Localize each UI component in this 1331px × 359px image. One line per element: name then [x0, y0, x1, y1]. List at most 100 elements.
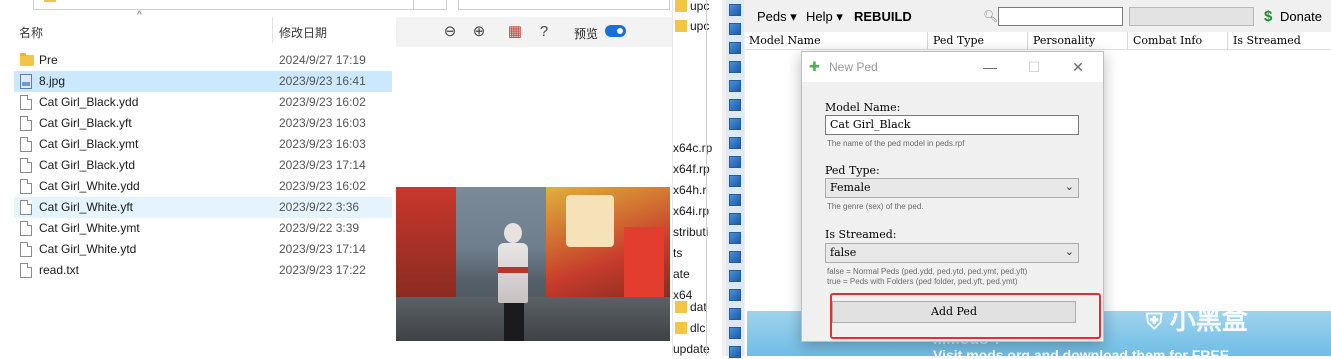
menu-help[interactable]: Help ▾	[806, 9, 843, 25]
file-type-icon	[729, 99, 741, 111]
dollar-icon: $	[1264, 8, 1273, 25]
preview-toggle[interactable]	[605, 25, 626, 37]
file-icon	[20, 200, 32, 215]
folder-tree-item[interactable]: upc	[673, 0, 723, 16]
folder-tree-label: x64i.rp	[673, 204, 710, 218]
highlight-box	[830, 293, 1101, 339]
sort-caret-icon: ^	[137, 10, 142, 21]
ped-type-select[interactable]: Female ⌄	[825, 178, 1079, 198]
dialog-titlebar[interactable]: ✚ New Ped — ☐ ✕	[802, 52, 1103, 82]
model-name-input[interactable]: Cat Girl_Black	[825, 115, 1079, 135]
file-type-icon	[729, 270, 741, 282]
folder-tree-item[interactable]: update	[673, 339, 723, 359]
file-icon	[20, 221, 32, 236]
scene-character	[488, 223, 540, 341]
text-file-icon	[20, 263, 32, 278]
folder-icon	[675, 301, 687, 313]
streamed-hint-true: true = Peds with Folders (ped folder, pe…	[827, 277, 1018, 286]
scene-sign	[566, 195, 614, 247]
folder-tree-label: dlc	[690, 321, 706, 335]
ped-type-hint: The genre (sex) of the ped.	[827, 202, 924, 211]
help-icon[interactable]: ?	[536, 24, 552, 40]
file-row[interactable]: Cat Girl_White.ymt 2023/9/22 3:39	[14, 218, 392, 239]
col-personality[interactable]: Personality	[1033, 34, 1095, 47]
banner-subline: Visit mods.org and download them for FRE…	[933, 347, 1230, 356]
column-divider[interactable]	[272, 17, 273, 43]
streamed-select[interactable]: false ⌄	[825, 243, 1079, 263]
file-date: 2023/9/22 3:39	[279, 221, 360, 235]
file-icon	[20, 116, 32, 131]
file-date: 2023/9/23 17:22	[279, 263, 366, 277]
zoom-in-icon[interactable]: ⊕	[471, 24, 487, 40]
file-row[interactable]: Cat Girl_White.ydd 2023/9/23 16:02	[14, 176, 392, 197]
folder-tree-label: x64h.r	[673, 183, 707, 197]
file-type-icon	[729, 346, 741, 358]
file-type-icon	[729, 327, 741, 339]
file-type-icon	[729, 61, 741, 73]
col-is-streamed[interactable]: Is Streamed	[1233, 34, 1301, 47]
pane-divider[interactable]	[706, 0, 707, 356]
folder-tree-item[interactable]: ate	[673, 264, 723, 284]
folder-tree-item[interactable]: x64f.rp	[673, 159, 723, 179]
file-icon	[20, 179, 32, 194]
column-divider[interactable]	[927, 32, 928, 49]
folder-tree-item[interactable]: stributi	[673, 222, 723, 242]
column-divider[interactable]	[1127, 32, 1128, 49]
maximize-icon[interactable]: ☐	[1024, 57, 1044, 77]
zoom-out-icon[interactable]: ⊖	[442, 24, 458, 40]
column-divider[interactable]	[1027, 32, 1028, 49]
file-type-icon	[729, 251, 741, 263]
file-row[interactable]: Cat Girl_White.ytd 2023/9/23 17:14	[14, 239, 392, 260]
column-header-name[interactable]: 名称	[19, 24, 43, 40]
file-row[interactable]: Cat Girl_White.yft 2023/9/22 3:36	[14, 197, 392, 218]
file-type-icon	[729, 156, 741, 168]
layout-icon[interactable]: ▦	[507, 24, 523, 40]
file-name: Cat Girl_White.ytd	[39, 242, 137, 256]
file-row[interactable]: read.txt 2023/9/23 17:22	[14, 260, 392, 281]
col-ped-type[interactable]: Ped Type	[933, 34, 984, 47]
file-explorer: ^ 名称 修改日期 Pre 2024/9/27 17:19 8.jpg 2023/9/…	[0, 0, 672, 356]
menu-rebuild[interactable]: REBUILD	[854, 9, 912, 24]
file-icon	[20, 158, 32, 173]
file-date: 2023/9/23 17:14	[279, 158, 366, 172]
folder-tree-item[interactable]: x64h.r	[673, 180, 723, 200]
column-header-date[interactable]: 修改日期	[279, 24, 327, 40]
close-icon[interactable]: ✕	[1068, 57, 1088, 77]
file-row[interactable]: Pre 2024/9/27 17:19	[14, 50, 392, 71]
dialog-title: New Ped	[829, 60, 878, 74]
col-model-name[interactable]: Model Name	[749, 34, 821, 47]
file-date: 2023/9/23 17:14	[279, 242, 366, 256]
address-bar-divider	[413, 0, 414, 9]
address-bar[interactable]	[33, 0, 447, 10]
menu-peds[interactable]: Peds ▾	[757, 9, 797, 25]
folder-icon	[20, 53, 34, 66]
folder-tree-item[interactable]: ts	[673, 243, 723, 263]
folder-tree-item[interactable]: x64i.rp	[673, 201, 723, 221]
folder-tree-item[interactable]: upc	[673, 16, 723, 36]
file-row[interactable]: 8.jpg 2023/9/23 16:41	[14, 71, 392, 92]
minimize-icon[interactable]: —	[980, 57, 1000, 77]
file-type-icon	[729, 23, 741, 35]
chevron-down-icon: ⌄	[1064, 245, 1074, 258]
folder-icon	[675, 0, 687, 12]
col-combat-info[interactable]: Combat Info	[1133, 34, 1202, 47]
file-row[interactable]: Cat Girl_Black.ytd 2023/9/23 17:14	[14, 155, 392, 176]
file-row[interactable]: Cat Girl_Black.ydd 2023/9/23 16:02	[14, 92, 392, 113]
file-date: 2023/9/23 16:02	[279, 95, 366, 109]
file-name: Cat Girl_Black.ytd	[39, 158, 136, 172]
folder-tree-item[interactable]: dlc	[673, 318, 723, 338]
file-type-icon	[729, 194, 741, 206]
search-box[interactable]	[458, 0, 670, 10]
folder-tree-item[interactable]: dat	[673, 297, 723, 317]
streamed-hint-false: false = Normal Peds (ped.ydd, ped.ytd, p…	[827, 267, 1028, 276]
donate-button[interactable]: Donate	[1280, 9, 1322, 24]
column-divider[interactable]	[1227, 32, 1228, 49]
folder-tree-label: update	[673, 342, 710, 356]
folder-tree-item[interactable]: x64c.rp	[673, 138, 723, 158]
file-type-icon	[729, 80, 741, 92]
search-input[interactable]	[998, 7, 1123, 26]
file-icon	[20, 242, 32, 257]
file-row[interactable]: Cat Girl_Black.yft 2023/9/23 16:03	[14, 113, 392, 134]
file-row[interactable]: Cat Girl_Black.ymt 2023/9/23 16:03	[14, 134, 392, 155]
preview-label: 预览	[574, 27, 599, 41]
